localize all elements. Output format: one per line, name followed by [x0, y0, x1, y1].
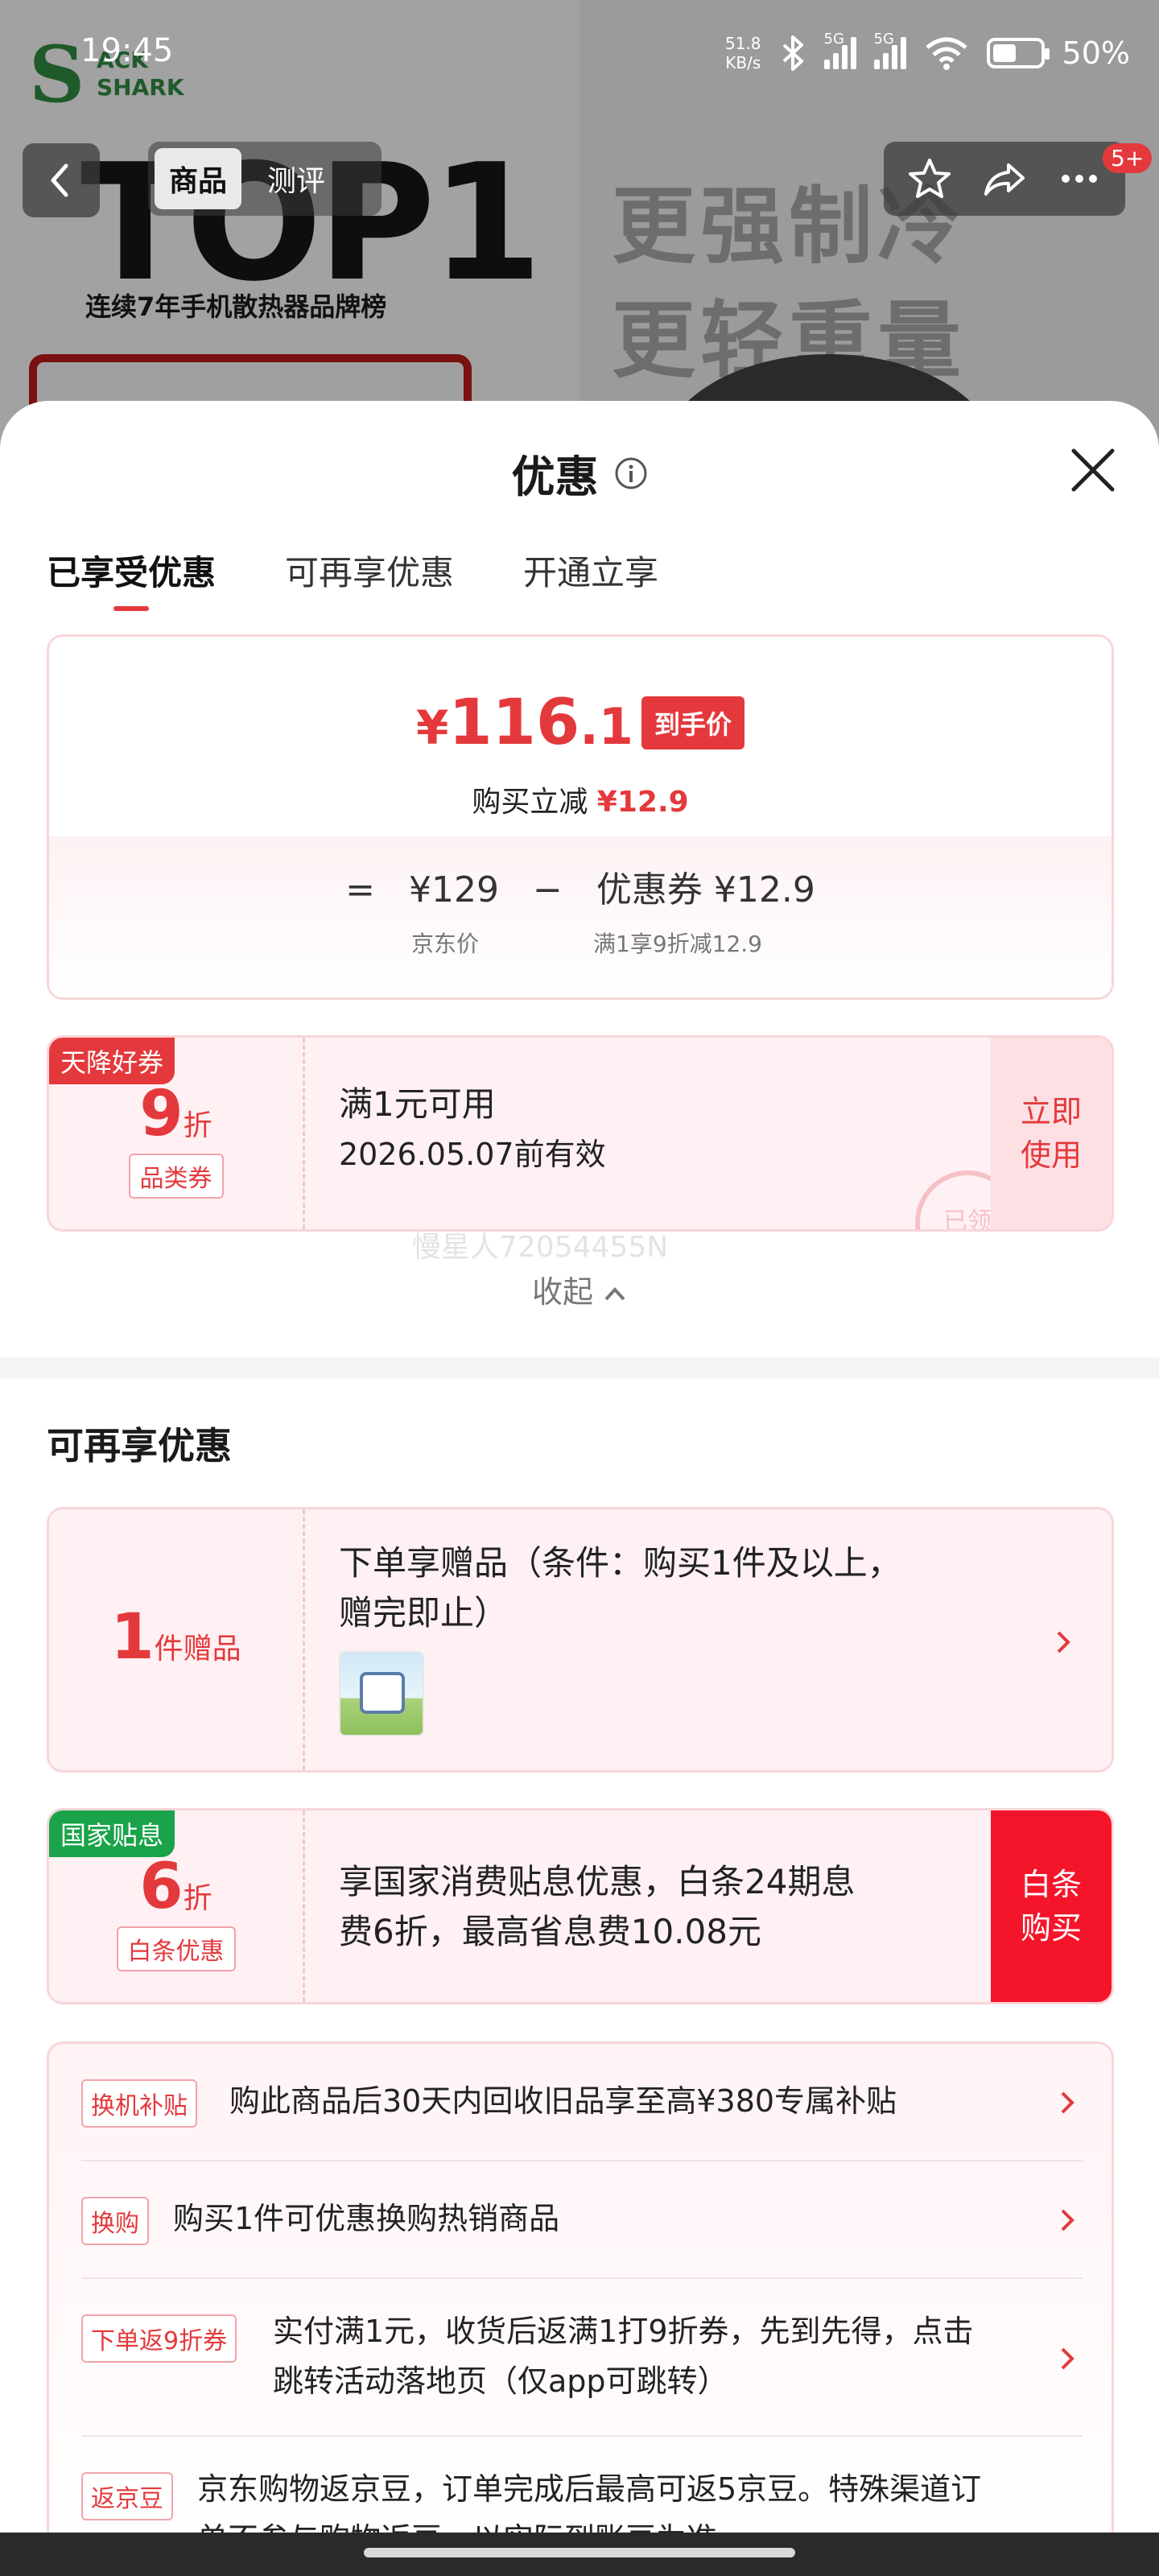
bluetooth-icon — [782, 35, 803, 71]
tab-review[interactable]: 测评 — [253, 148, 340, 209]
section-title-more: 可再享优惠 — [47, 1424, 232, 1468]
chevron-up-icon — [604, 1287, 625, 1301]
coupon-type: 品类券 — [128, 1154, 224, 1199]
info-icon[interactable] — [614, 456, 648, 490]
instant-discount: 购买立减 ¥12.9 — [472, 786, 689, 819]
battery-icon — [986, 38, 1050, 68]
gift-image[interactable] — [339, 1651, 424, 1736]
collapse-button[interactable]: 收起 — [0, 1267, 1159, 1311]
status-time: 19:45 — [80, 32, 174, 69]
national-subsidy-card: 国家贴息 6折 白条优惠 享国家消费贴息优惠，白条24期息 费6折，最高省息费1… — [47, 1808, 1114, 2004]
use-now-button[interactable]: 立即 使用 — [991, 1038, 1112, 1229]
discount-tabs: 已享受优惠 可再享优惠 开通立享 — [47, 546, 658, 611]
tab-more-discounts[interactable]: 可再享优惠 — [285, 546, 454, 611]
gift-condition: 下单享赠品（条件：购买1件及以上， — [339, 1543, 901, 1583]
promotion-list: 换机补贴 购此商品后30天内回收旧品享至高¥380专属补贴 换购 购买1件可优惠… — [47, 2041, 1114, 2576]
list-item[interactable]: 下单返9折券 实付满1元，收货后返满1打9折券，先到先得，点击 跳转活动落地页（… — [81, 2279, 1083, 2437]
back-button[interactable] — [23, 143, 100, 217]
star-icon[interactable] — [905, 154, 955, 204]
category-coupon-card: 天降好券 9折 品类券 满1元可用 2026.05.07前有效 已领 立即 使用 — [47, 1035, 1114, 1232]
list-item[interactable]: 换机补贴 购此商品后30天内回收旧品享至高¥380专属补贴 — [81, 2044, 1083, 2161]
sheet-header: 优惠 — [0, 441, 1159, 506]
product-nav-tabs: 商品 测评 — [148, 142, 382, 216]
signal-icon: 5G — [823, 31, 856, 69]
price-breakdown: = ¥129 − 优惠券 ¥12.9 京东价 满1享9折减12.9 — [49, 836, 1112, 997]
chevron-right-icon — [1061, 2091, 1074, 2114]
tab-activate[interactable]: 开通立享 — [523, 546, 658, 611]
promo-tag: 换购 — [81, 2197, 149, 2245]
wifi-icon — [925, 37, 967, 70]
cart-badge: 5+ — [1103, 143, 1153, 173]
baitiao-buy-button[interactable]: 白条 购买 — [991, 1810, 1112, 2002]
coupon-deduction: 优惠券 ¥12.9 — [596, 869, 815, 910]
original-price: ¥129 — [409, 869, 500, 910]
home-indicator[interactable] — [364, 2548, 795, 2557]
signal-icon: 5G — [873, 31, 906, 69]
list-item[interactable]: 换购 购买1件可优惠换购热销商品 — [81, 2161, 1083, 2279]
coupon-corner-tag: 天降好券 — [49, 1038, 175, 1084]
status-bar: 19:45 51.8 KB/s 5G 5G 50% — [0, 0, 1159, 109]
price-summary-card: ¥116.1 到手价 购买立减 ¥12.9 = ¥129 − 优惠券 ¥12.9 … — [47, 634, 1114, 1000]
sheet-title: 优惠 — [511, 451, 599, 502]
watermark: 慢星人72054455N — [412, 1231, 669, 1264]
tab-enjoyed[interactable]: 已享受优惠 — [47, 546, 216, 611]
discount-sheet: 优惠 已享受优惠 可再享优惠 开通立享 ¥116.1 到手价 购买立减 ¥12.9… — [0, 401, 1159, 2576]
section-divider — [0, 1357, 1159, 1378]
close-icon[interactable] — [1069, 446, 1117, 494]
svg-text:已领: 已领 — [943, 1208, 992, 1232]
coupon-expiry: 2026.05.07前有效 — [339, 1137, 606, 1172]
coupon-condition: 满1元可用 — [339, 1084, 496, 1124]
subsidy-type: 白条优惠 — [116, 1926, 236, 1971]
gift-card[interactable]: 1件赠品 下单享赠品（条件：购买1件及以上， 赠完即止） — [47, 1507, 1114, 1773]
coupon-rule-label: 满1享9折减12.9 — [593, 931, 762, 957]
nav-actions — [884, 142, 1125, 216]
chevron-right-icon — [1061, 2347, 1074, 2370]
subsidy-description: 享国家消费贴息优惠，白条24期息 — [339, 1862, 856, 1901]
share-icon[interactable] — [980, 154, 1029, 204]
final-price: ¥116.1 — [416, 687, 633, 759]
original-price-label: 京东价 — [411, 931, 480, 957]
promo-tag: 换机补贴 — [81, 2079, 197, 2128]
final-price-badge: 到手价 — [641, 696, 744, 749]
tab-product[interactable]: 商品 — [155, 148, 242, 209]
promo-tag: 返京豆 — [81, 2472, 173, 2520]
net-speed: 51.8 KB/s — [725, 34, 761, 72]
back-icon — [51, 163, 68, 197]
promo-tag: 下单返9折券 — [81, 2314, 237, 2363]
chevron-right-icon — [1061, 2209, 1074, 2231]
subsidy-corner-tag: 国家贴息 — [49, 1810, 175, 1857]
battery-percent: 50% — [1062, 35, 1130, 71]
more-icon[interactable] — [1054, 154, 1104, 204]
chevron-right-icon — [1057, 1631, 1070, 1653]
hero-subtitle: 连续7年手机散热器品牌榜 — [85, 291, 387, 322]
